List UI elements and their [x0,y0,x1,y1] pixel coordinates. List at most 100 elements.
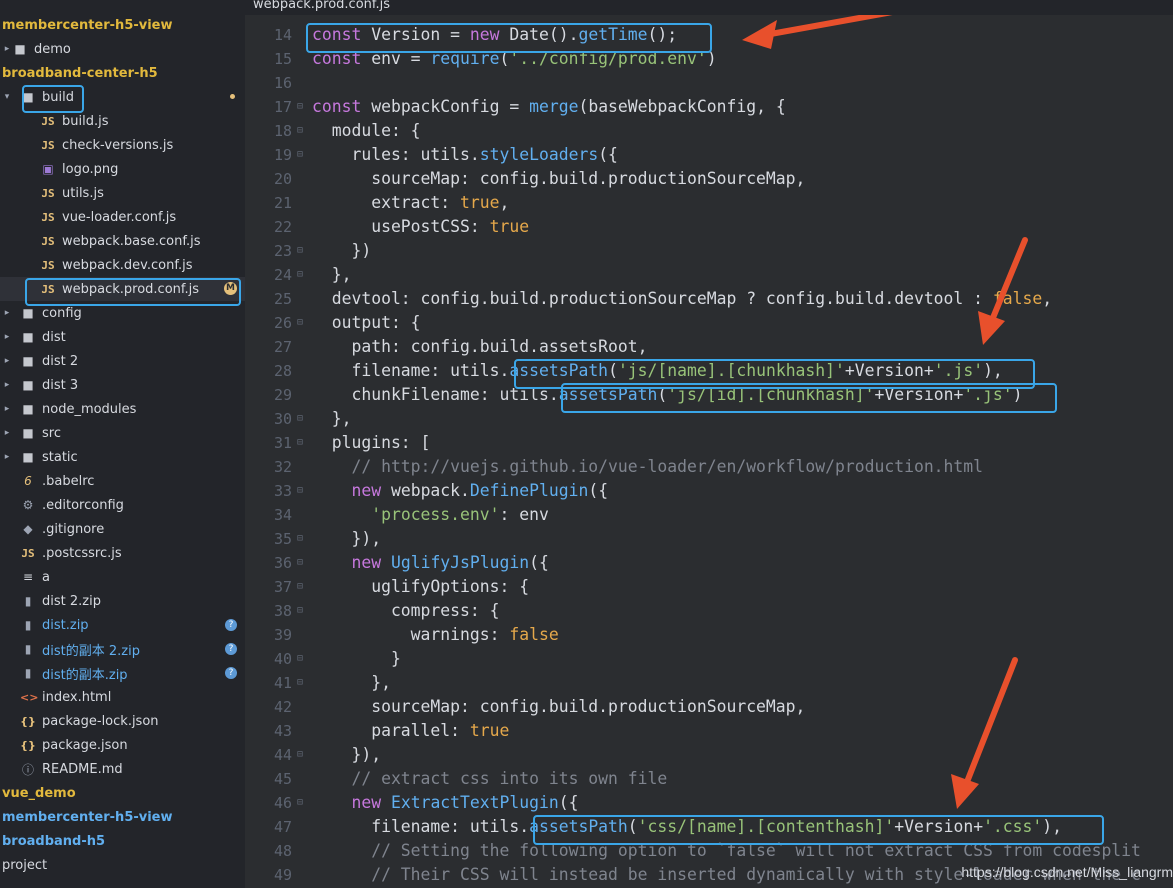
tree-item[interactable]: {} package.json [0,733,245,757]
code-line[interactable]: 17 ⊟ const webpackConfig = merge(baseWebpa… [245,95,1173,119]
code-line[interactable]: 33 ⊟ new webpack.DefinePlugin({ [245,479,1173,503]
tree-item[interactable]: ▮ dist的副本.zip? [0,661,245,685]
tree-item[interactable]: {} package-lock.json [0,709,245,733]
chevron-right-icon[interactable]: ▸ [2,332,12,342]
tree-item[interactable]: JS .postcssrc.js [0,541,245,565]
code-line[interactable]: 45 // extract css into its own file [245,767,1173,791]
code-line[interactable]: 26 ⊟ output: { [245,311,1173,335]
fold-toggle-icon[interactable]: ⊟ [297,791,303,815]
code-line[interactable]: 29 chunkFilename: utils.assetsPath('js/[… [245,383,1173,407]
code-line[interactable]: 20 sourceMap: config.build.productionSou… [245,167,1173,191]
chevron-right-icon[interactable]: ▸ [2,404,12,414]
tree-item[interactable]: JS webpack.base.conf.js [0,229,245,253]
code-line[interactable]: 42 sourceMap: config.build.productionSou… [245,695,1173,719]
tree-item[interactable]: 6 .babelrc [0,469,245,493]
code-line[interactable]: 21 extract: true, [245,191,1173,215]
code-line[interactable]: 40 ⊟ } [245,647,1173,671]
tree-item[interactable]: membercenter-h5-view [0,805,245,829]
fold-toggle-icon[interactable]: ⊟ [297,143,303,167]
tree-item[interactable]: JS webpack.dev.conf.js [0,253,245,277]
code-line[interactable]: 15 const env = require('../config/prod.en… [245,47,1173,71]
chevron-right-icon[interactable]: ▸ [2,380,12,390]
fold-toggle-icon[interactable]: ⊟ [297,431,303,455]
fold-toggle-icon[interactable]: ⊟ [297,479,303,503]
code-line[interactable]: 31 ⊟ plugins: [ [245,431,1173,455]
tree-item[interactable]: ▸ ■ src [0,421,245,445]
code-line[interactable]: 36 ⊟ new UglifyJsPlugin({ [245,551,1173,575]
tree-item[interactable]: ◆ .gitignore [0,517,245,541]
code-editor[interactable]: 14 const Version = new Date().getTime(); 1… [245,15,1173,888]
code-line[interactable]: 41 ⊟ }, [245,671,1173,695]
tree-item[interactable]: ≡ a [0,565,245,589]
code-line[interactable]: 23 ⊟ }) [245,239,1173,263]
fold-toggle-icon[interactable]: ⊟ [297,551,303,575]
tab-webpack-prod-conf[interactable]: webpack.prod.conf.js [253,0,390,12]
fold-toggle-icon[interactable]: ⊟ [297,95,303,119]
code-line[interactable]: 39 warnings: false [245,623,1173,647]
code-line[interactable]: 43 parallel: true [245,719,1173,743]
tree-item[interactable]: JS build.js [0,109,245,133]
chevron-right-icon[interactable]: ▸ [2,452,12,462]
tree-item[interactable]: ▸ ■ static [0,445,245,469]
tree-item[interactable]: ▸ ■ config [0,301,245,325]
chevron-right-icon[interactable]: ▸ [2,356,12,366]
fold-toggle-icon[interactable]: ⊟ [297,407,303,431]
chevron-right-icon[interactable]: ▸ [2,308,12,318]
code-line[interactable]: 37 ⊟ uglifyOptions: { [245,575,1173,599]
chevron-right-icon[interactable]: ▸ [2,44,12,54]
tree-item[interactable]: ▮ dist.zip? [0,613,245,637]
fold-toggle-icon[interactable]: ⊟ [297,647,303,671]
tree-item[interactable]: ⓘ README.md [0,757,245,781]
tree-item[interactable]: ▣ logo.png [0,157,245,181]
code-line[interactable]: 30 ⊟ }, [245,407,1173,431]
tree-item[interactable]: ▾ ■ build [0,85,245,109]
tree-item[interactable]: ▸ ■ dist 2 [0,349,245,373]
tree-item[interactable]: <> index.html [0,685,245,709]
tree-item[interactable]: JS vue-loader.conf.js [0,205,245,229]
fold-toggle-icon[interactable]: ⊟ [297,671,303,695]
code-line[interactable]: 46 ⊟ new ExtractTextPlugin({ [245,791,1173,815]
code-line[interactable]: 38 ⊟ compress: { [245,599,1173,623]
fold-toggle-icon[interactable]: ⊟ [297,599,303,623]
tree-item[interactable]: ▸ ■ dist 3 [0,373,245,397]
chevron-down-icon[interactable]: ▾ [2,92,12,102]
tree-item[interactable]: JS webpack.prod.conf.js M [0,277,245,301]
code-line[interactable]: 16 [245,71,1173,95]
tree-item[interactable]: broadband-center-h5 [0,61,245,85]
code-line[interactable]: 24 ⊟ }, [245,263,1173,287]
tree-item[interactable]: ▸ ■ dist [0,325,245,349]
fold-toggle-icon[interactable]: ⊟ [297,263,303,287]
code-line[interactable]: 22 usePostCSS: true [245,215,1173,239]
code-line[interactable]: 44 ⊟ }), [245,743,1173,767]
code-line[interactable]: 14 const Version = new Date().getTime(); [245,23,1173,47]
tree-item[interactable]: ▮ dist 2.zip [0,589,245,613]
tree-item[interactable]: JS check-versions.js [0,133,245,157]
code-line[interactable]: 25 devtool: config.build.productionSourc… [245,287,1173,311]
code-line[interactable]: 28 filename: utils.assetsPath('js/[name]… [245,359,1173,383]
code-line[interactable]: 27 path: config.build.assetsRoot, [245,335,1173,359]
code-line[interactable]: 19 ⊟ rules: utils.styleLoaders({ [245,143,1173,167]
tree-item[interactable]: ▸ ■ node_modules [0,397,245,421]
tree-item[interactable]: broadband-h5 [0,829,245,853]
code-line[interactable]: 48 // Setting the following option to `f… [245,839,1173,863]
tree-item[interactable]: JS utils.js [0,181,245,205]
fold-toggle-icon[interactable]: ⊟ [297,119,303,143]
tree-item[interactable]: vue_demo [0,781,245,805]
fold-toggle-icon[interactable]: ⊟ [297,239,303,263]
code-line[interactable]: 32 // http://vuejs.github.io/vue-loader/… [245,455,1173,479]
fold-toggle-icon[interactable]: ⊟ [297,743,303,767]
tree-item[interactable]: ▮ dist的副本 2.zip? [0,637,245,661]
chevron-right-icon[interactable]: ▸ [2,428,12,438]
code-line[interactable]: 47 filename: utils.assetsPath('css/[name… [245,815,1173,839]
fold-toggle-icon[interactable]: ⊟ [297,575,303,599]
fold-toggle-icon[interactable]: ⊟ [297,311,303,335]
fold-toggle-icon[interactable]: ⊟ [297,527,303,551]
code-line[interactable]: 18 ⊟ module: { [245,119,1173,143]
code-line[interactable]: 35 ⊟ }), [245,527,1173,551]
tree-item[interactable]: project [0,853,245,877]
tree-item[interactable]: membercenter-h5-view [0,13,245,37]
tree-item[interactable]: ▸ ■ demo [0,37,245,61]
tree-item[interactable]: ⚙ .editorconfig [0,493,245,517]
code-line[interactable]: 34 'process.env': env [245,503,1173,527]
